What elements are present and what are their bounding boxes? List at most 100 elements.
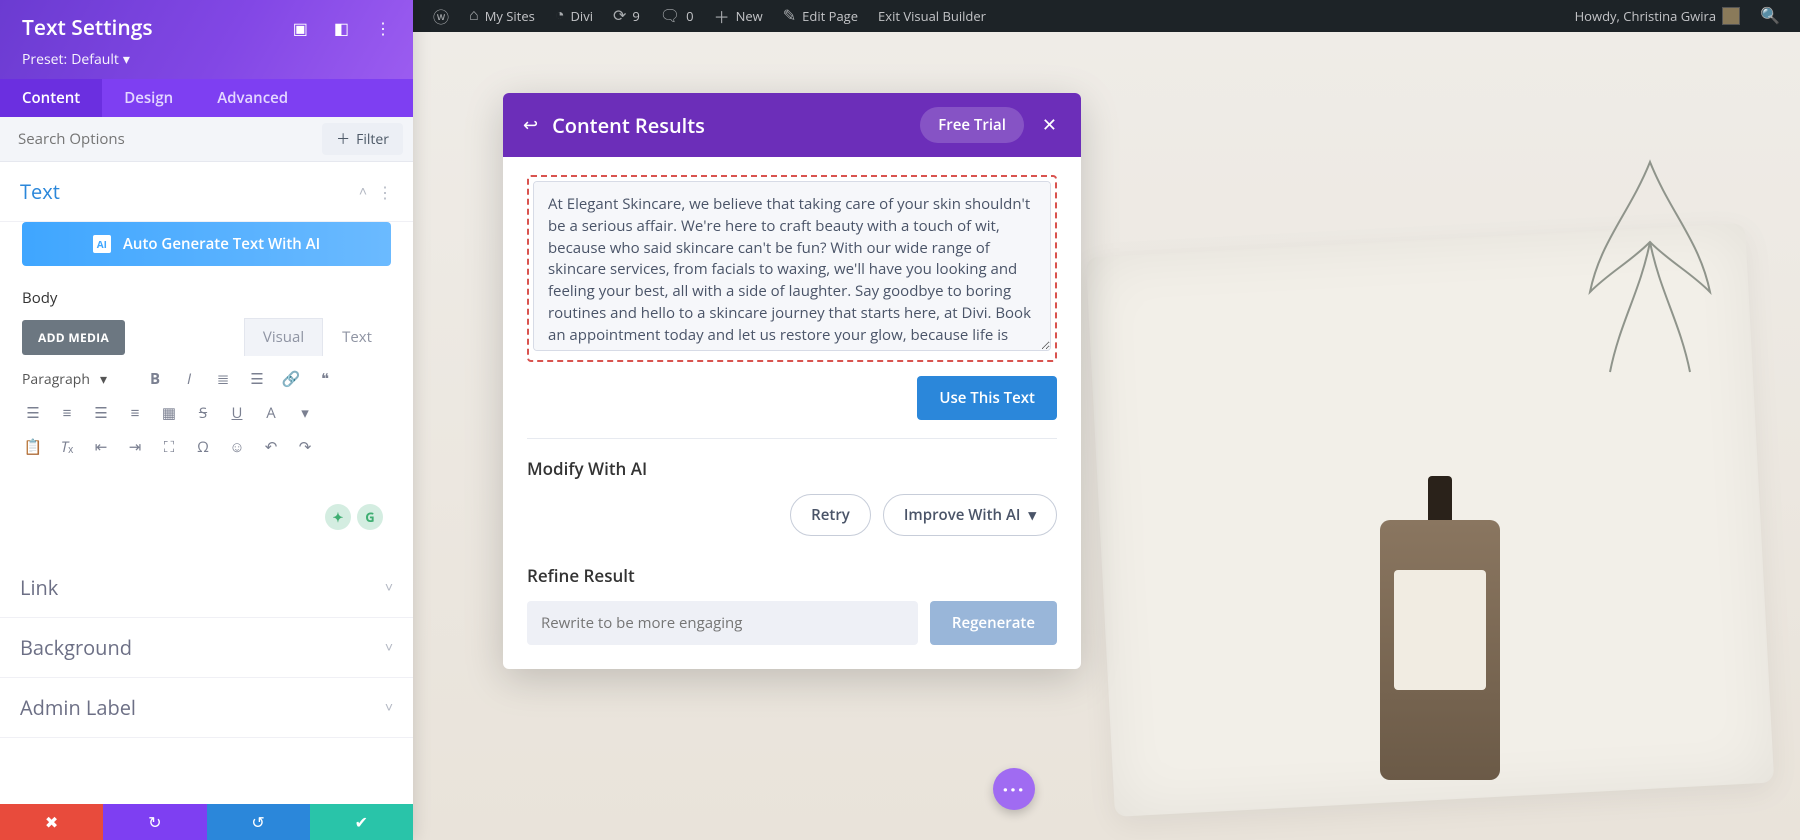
modify-heading: Modify With AI	[527, 457, 1057, 480]
emoji-icon[interactable]: ☺	[226, 436, 248, 458]
filter-label: Filter	[356, 130, 389, 149]
close-icon[interactable]: ✕	[1038, 113, 1061, 137]
undo-icon[interactable]: ↶	[260, 436, 282, 458]
chevron-down-icon: ˅	[385, 578, 393, 597]
site-name[interactable]: ◔Divi	[545, 0, 603, 32]
clear-format-icon[interactable]: Tₓ	[56, 436, 78, 458]
panel-title: Text Settings	[22, 14, 293, 42]
chevron-down-icon: ˅	[385, 638, 393, 657]
outdent-icon[interactable]: ⇤	[90, 436, 112, 458]
wp-logo[interactable]: ⓦ	[423, 0, 459, 32]
home-icon: ⌂	[469, 7, 479, 25]
modal-header: ↩ Content Results Free Trial ✕	[503, 93, 1081, 157]
align-justify-icon[interactable]: ≡	[124, 402, 146, 424]
exit-visual-builder[interactable]: Exit Visual Builder	[868, 0, 996, 32]
section-link-head[interactable]: Link ˅	[0, 558, 413, 618]
avatar	[1722, 7, 1740, 25]
improve-with-ai-button[interactable]: Improve With AI ▾	[883, 494, 1057, 536]
tab-advanced[interactable]: Advanced	[195, 79, 310, 117]
text-settings-panel: Text Settings ▣ ◧ ⋮ Preset: Default ▾ Co…	[0, 0, 413, 840]
cancel-button[interactable]: ✖	[0, 804, 103, 840]
refine-input[interactable]	[527, 601, 918, 645]
ai-assist-icon[interactable]: ✦	[325, 504, 351, 530]
regenerate-button[interactable]: Regenerate	[930, 601, 1057, 645]
fullscreen-icon[interactable]: ⛶	[158, 436, 180, 458]
add-media-button[interactable]: ADD MEDIA	[22, 320, 125, 355]
save-button[interactable]: ✔	[310, 804, 413, 840]
italic-icon[interactable]: I	[178, 368, 200, 390]
align-left-icon[interactable]: ☰	[22, 402, 44, 424]
leaf-icon	[1540, 152, 1760, 432]
expand-icon[interactable]: ▣	[293, 17, 308, 39]
indent-icon[interactable]: ⇥	[124, 436, 146, 458]
updates[interactable]: ⟳9	[603, 0, 650, 32]
text-color-icon[interactable]: A	[260, 402, 282, 424]
align-right-icon[interactable]: ☰	[90, 402, 112, 424]
bold-icon[interactable]: B	[144, 368, 166, 390]
chevron-down-icon: ▾	[123, 50, 130, 69]
new-label: New	[736, 7, 763, 25]
redo-icon[interactable]: ↷	[294, 436, 316, 458]
ai-icon: AI	[93, 235, 111, 253]
panel-header: Text Settings ▣ ◧ ⋮ Preset: Default ▾	[0, 0, 413, 79]
section-text-title: Text	[20, 178, 359, 205]
number-list-icon[interactable]: ☰	[246, 368, 268, 390]
paste-icon[interactable]: 📋	[22, 436, 44, 458]
section-text-head[interactable]: Text ˄ ⋮	[0, 162, 413, 222]
filter-button[interactable]: ＋ Filter	[322, 123, 403, 155]
comments[interactable]: 🗨0	[650, 0, 704, 32]
tab-design[interactable]: Design	[102, 79, 195, 117]
help-icon[interactable]: ◧	[334, 17, 349, 39]
editor-mode-tabs: Visual Text	[244, 318, 391, 356]
content-results-modal: ↩ Content Results Free Trial ✕ Use This …	[503, 93, 1081, 669]
section-link-title: Link	[20, 574, 385, 601]
my-sites[interactable]: ⌂My Sites	[459, 0, 545, 32]
kebab-icon[interactable]: ⋮	[377, 181, 393, 203]
strike-icon[interactable]: S	[192, 402, 214, 424]
search[interactable]: 🔍	[1750, 0, 1790, 32]
exit-vb-label: Exit Visual Builder	[878, 7, 986, 25]
edit-page-label: Edit Page	[802, 7, 858, 25]
use-this-text-button[interactable]: Use This Text	[917, 376, 1057, 420]
quote-icon[interactable]: ❝	[314, 368, 336, 390]
auto-generate-button[interactable]: AI Auto Generate Text With AI	[22, 222, 391, 266]
editor-tab-text[interactable]: Text	[323, 318, 391, 356]
wordpress-icon: ⓦ	[433, 4, 449, 28]
decor-bottle	[1380, 520, 1500, 780]
editor-tab-visual[interactable]: Visual	[244, 318, 323, 356]
preset-selector[interactable]: Preset: Default ▾	[22, 50, 391, 69]
bullet-list-icon[interactable]: ≣	[212, 368, 234, 390]
retry-button[interactable]: Retry	[790, 494, 871, 536]
pencil-icon: ✎	[783, 6, 796, 26]
grammarly-icon[interactable]: G	[357, 504, 383, 530]
gauge-icon: ◔	[555, 7, 565, 25]
auto-generate-label: Auto Generate Text With AI	[123, 234, 320, 254]
link-icon[interactable]: 🔗	[280, 368, 302, 390]
search-input[interactable]	[0, 117, 322, 161]
search-icon: 🔍	[1760, 6, 1780, 26]
section-background-title: Background	[20, 634, 385, 661]
section-background-head[interactable]: Background ˅	[0, 618, 413, 678]
edit-page[interactable]: ✎ Edit Page	[773, 0, 868, 32]
new-content[interactable]: ＋New	[704, 0, 773, 32]
generated-text[interactable]	[533, 181, 1051, 351]
howdy-label: Howdy, Christina Gwira	[1575, 7, 1716, 25]
undo-button[interactable]: ↻	[103, 804, 206, 840]
special-char-icon[interactable]: Ω	[192, 436, 214, 458]
section-admin-label-head[interactable]: Admin Label ˅	[0, 678, 413, 738]
divi-fab[interactable]: ···	[993, 768, 1035, 810]
align-center-icon[interactable]: ≡	[56, 402, 78, 424]
underline-icon[interactable]: U	[226, 402, 248, 424]
tab-content[interactable]: Content	[0, 79, 102, 117]
kebab-icon[interactable]: ⋮	[375, 17, 391, 39]
wp-admin-bar: ⓦ ⌂My Sites ◔Divi ⟳9 🗨0 ＋New ✎Edit Page …	[413, 0, 1800, 32]
user-account[interactable]: Howdy, Christina Gwira	[1565, 0, 1750, 32]
panel-footer: ✖ ↻ ↺ ✔	[0, 804, 413, 840]
paragraph-select[interactable]: Paragraph ▾	[22, 370, 132, 389]
refine-heading: Refine Result	[527, 564, 1057, 587]
chevron-down-icon[interactable]: ▾	[294, 402, 316, 424]
back-icon[interactable]: ↩	[523, 113, 538, 137]
table-icon[interactable]: ▦	[158, 402, 180, 424]
redo-button[interactable]: ↺	[207, 804, 310, 840]
free-trial-badge[interactable]: Free Trial	[920, 107, 1024, 143]
